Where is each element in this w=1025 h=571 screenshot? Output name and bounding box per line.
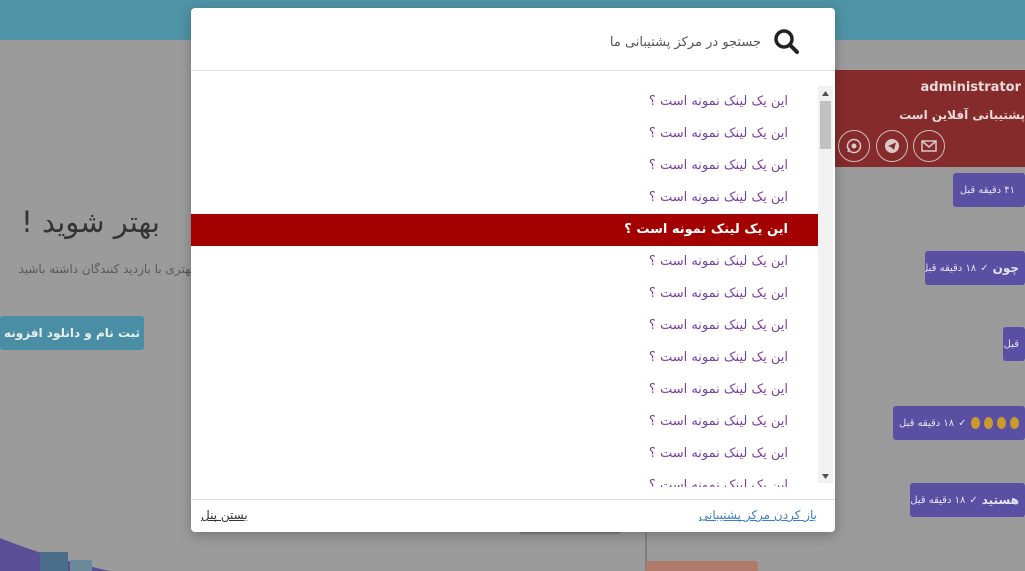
help-link[interactable]: این یک لینک نمونه است ؟ [191, 438, 818, 470]
open-support-center-link[interactable]: باز کردن مرکز پشتیبانی [699, 508, 817, 522]
chat-bubble-time: ۱۸ دقیقه قبل [899, 417, 955, 429]
whatsapp-icon[interactable] [838, 130, 870, 162]
help-link[interactable]: این یک لینک نمونه است ؟ [191, 406, 818, 438]
hero-heading: بهتر شوید ! [21, 205, 160, 239]
chat-bubble-time: ۴۱ دقیقه قبل [959, 184, 1015, 196]
chat-bubble: چون ✓ ۱۸ دقیقه قبل [925, 251, 1025, 285]
chat-bubble-text: هستید [981, 493, 1019, 507]
hero-subtitle: بهتری با بازدید کنندگان داشته باشید [18, 262, 194, 276]
chat-bubble: ✓ ۱۸ دقیقه قبل [893, 406, 1025, 440]
help-link[interactable]: این یک لینک نمونه است ؟ [191, 278, 818, 310]
divider [520, 532, 620, 534]
check-icon: ✓ [980, 262, 989, 274]
chat-admin-name: administrator [920, 80, 1021, 95]
check-icon: ✓ [958, 417, 967, 429]
help-link[interactable]: این یک لینک نمونه است ؟ [191, 214, 818, 246]
chat-bubble-text: چون [992, 261, 1019, 275]
chat-bubble-time: ۱۸ دقیقه قبل [910, 494, 966, 506]
help-link[interactable]: این یک لینک نمونه است ؟ [191, 150, 818, 182]
search-icon[interactable] [773, 28, 799, 54]
emoji-icon [996, 417, 1006, 429]
close-panel-link[interactable]: بستن پنل [201, 508, 248, 522]
chat-header: administrator پشتیبانی آفلاین است [835, 70, 1025, 167]
chat-bubble: ۴۱ دقیقه قبل [953, 173, 1025, 207]
help-link[interactable]: این یک لینک نمونه است ؟ [191, 182, 818, 214]
emoji-icon [970, 417, 980, 429]
help-link[interactable]: این یک لینک نمونه است ؟ [191, 310, 818, 342]
help-links-list: این یک لینک نمونه است ؟ این یک لینک نمونه… [191, 86, 818, 487]
chat-bubble-text: قبل [1003, 338, 1019, 350]
chat-bubble: قبل [1003, 327, 1025, 361]
help-link[interactable]: این یک لینک نمونه است ؟ [191, 118, 818, 150]
search-input[interactable] [211, 30, 761, 54]
chat-tag [646, 561, 758, 571]
search-bar [191, 8, 835, 71]
help-link[interactable]: این یک لینک نمونه است ؟ [191, 470, 818, 487]
modal-footer: باز کردن مرکز پشتیبانی بستن پنل [191, 499, 835, 532]
decorative-shape [0, 538, 110, 571]
emoji-icon [983, 417, 993, 429]
help-link[interactable]: این یک لینک نمونه است ؟ [191, 86, 818, 118]
chat-bubble-time: ۱۸ دقیقه قبل [925, 262, 977, 274]
chat-bubble: هستید ✓ ۱۸ دقیقه قبل [910, 483, 1025, 517]
emoji-icon [1009, 417, 1019, 429]
scroll-down-arrow-icon[interactable] [818, 469, 833, 483]
register-download-button[interactable]: ثبت نام و دانلود افزونه [0, 316, 144, 350]
envelope-icon[interactable] [913, 130, 945, 162]
help-link[interactable]: این یک لینک نمونه است ؟ [191, 246, 818, 278]
help-link[interactable]: این یک لینک نمونه است ؟ [191, 374, 818, 406]
telegram-icon[interactable] [876, 130, 908, 162]
scrollbar[interactable] [818, 86, 833, 483]
help-link[interactable]: این یک لینک نمونه است ؟ [191, 342, 818, 374]
check-icon: ✓ [969, 494, 978, 506]
support-search-modal: این یک لینک نمونه است ؟این یک لینک نمونه… [191, 8, 835, 532]
scroll-up-arrow-icon[interactable] [818, 86, 833, 100]
scroll-thumb[interactable] [820, 101, 831, 149]
chat-status: پشتیبانی آفلاین است [899, 108, 1025, 122]
